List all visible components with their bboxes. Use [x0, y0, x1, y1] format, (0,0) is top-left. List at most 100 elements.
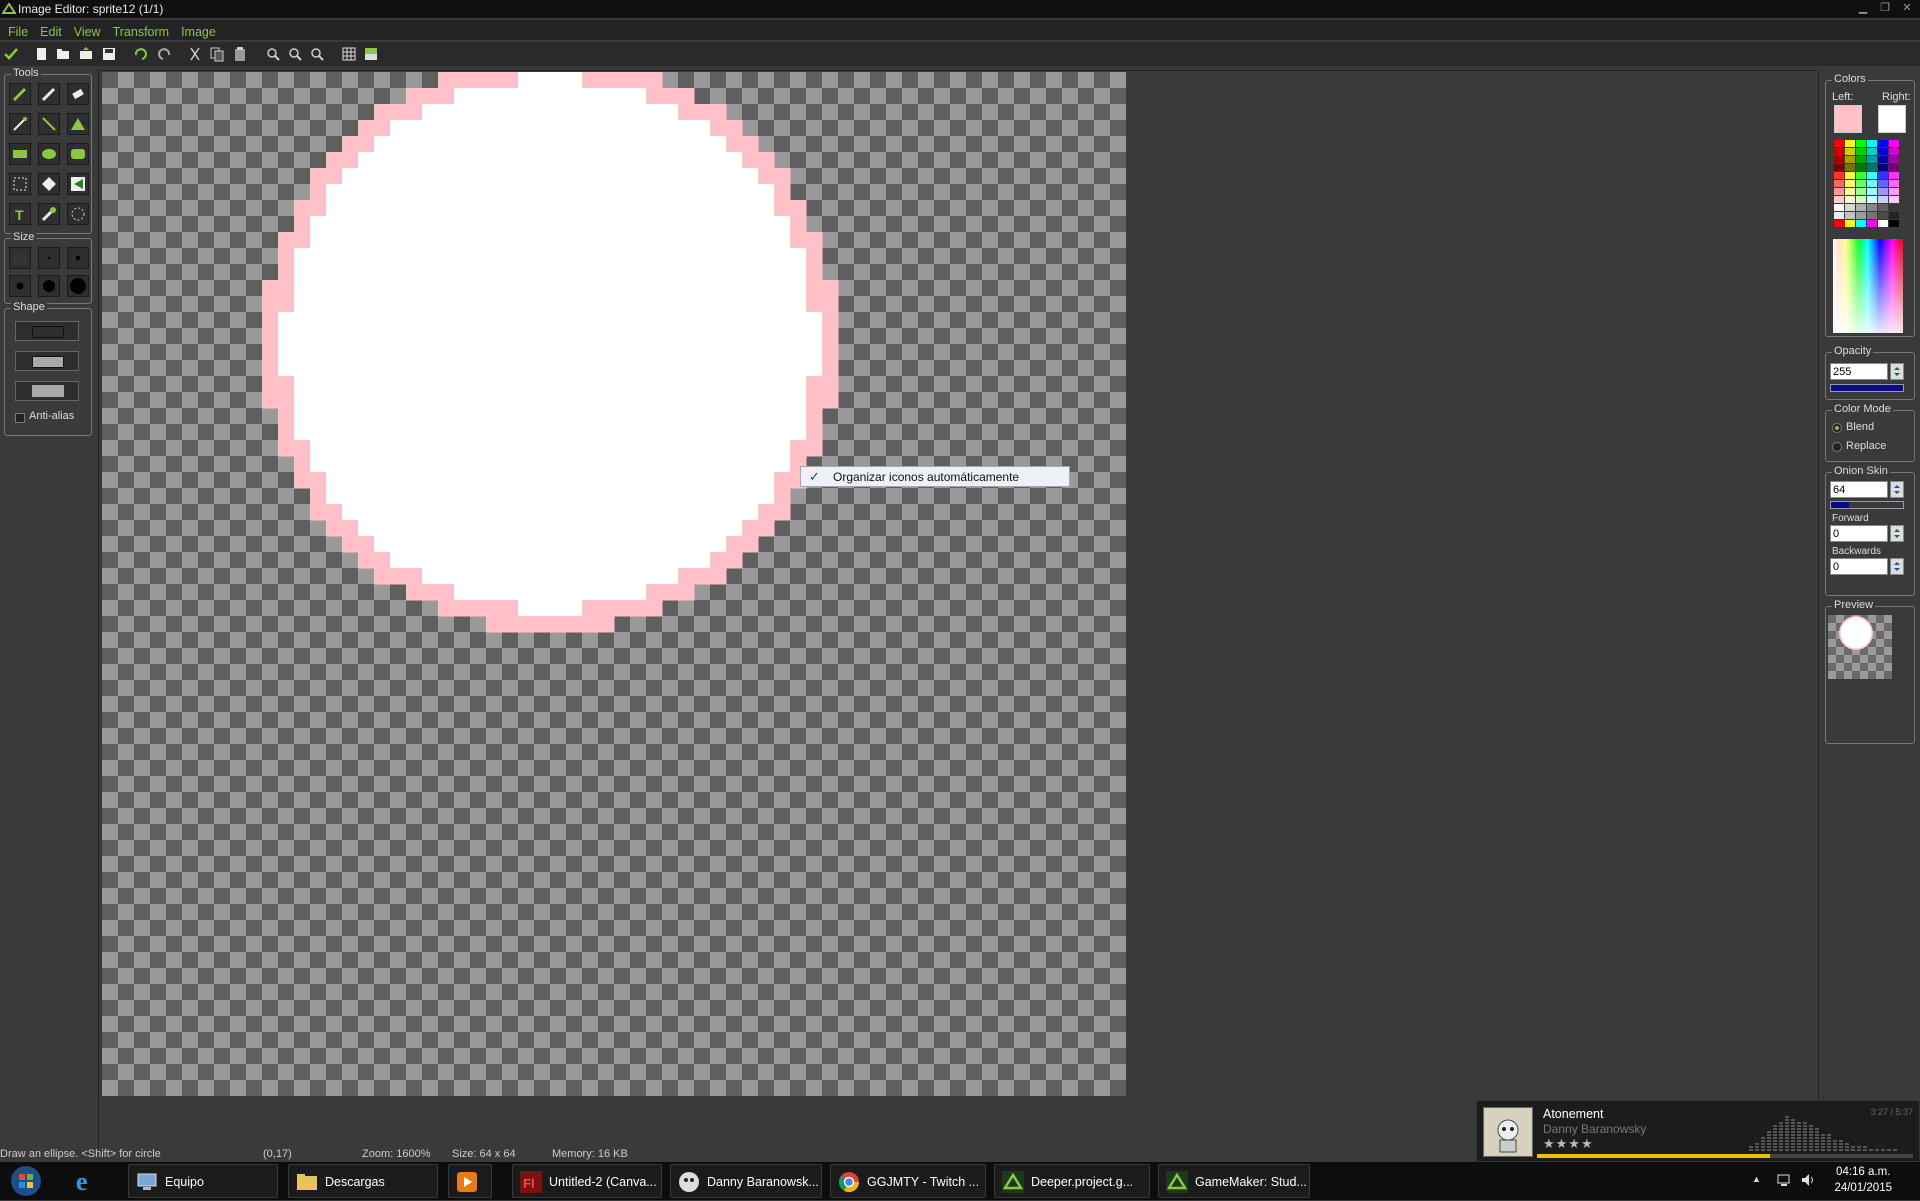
opacity-input[interactable]: 255	[1830, 363, 1888, 380]
undo-icon[interactable]	[132, 46, 150, 62]
text-tool-icon[interactable]: T	[9, 203, 31, 225]
taskbar-item-label: Deeper.project.g...	[1031, 1175, 1134, 1189]
taskbar-item-flash[interactable]: Fl Untitled-2 (Canva...	[512, 1164, 662, 1198]
open-icon[interactable]	[54, 46, 72, 62]
size-6-button[interactable]	[67, 275, 89, 297]
taskbar-item-descargas[interactable]: Descargas	[288, 1164, 438, 1198]
track-title: Atonement	[1543, 1107, 1604, 1121]
right-color-swatch[interactable]	[1878, 105, 1906, 133]
magic-wand-tool-icon[interactable]	[38, 173, 60, 195]
save-icon[interactable]	[100, 46, 118, 62]
shape-panel: Shape Anti-alias	[4, 301, 92, 436]
new-icon[interactable]	[32, 46, 50, 62]
rounded-rectangle-tool-icon[interactable]	[67, 143, 89, 165]
selection-tool-icon[interactable]	[9, 173, 31, 195]
music-player-icon	[679, 1172, 699, 1192]
color-palette-grid[interactable]	[1833, 139, 1903, 231]
taskbar-item-equipo[interactable]: Equipo	[128, 1164, 278, 1198]
clock-date: 24/01/2015	[1834, 1182, 1892, 1194]
zoom-out-icon[interactable]	[286, 46, 304, 62]
menu-image[interactable]: Image	[181, 20, 216, 40]
drawing-canvas[interactable]	[102, 72, 1126, 1096]
gamemaker-icon	[1166, 1171, 1188, 1193]
size-4-button[interactable]	[9, 275, 31, 297]
copy-icon[interactable]	[208, 46, 226, 62]
import-icon[interactable]	[77, 46, 95, 62]
size-5-button[interactable]	[38, 275, 60, 297]
onion-skin-spinner[interactable]	[1890, 481, 1904, 498]
computer-icon	[137, 1173, 157, 1190]
rating-stars[interactable]: ★★★★	[1543, 1136, 1594, 1152]
taskbar-item-music[interactable]: Danny Baranowsk...	[670, 1164, 822, 1198]
network-icon[interactable]	[1776, 1172, 1792, 1188]
shape-outline-button[interactable]	[15, 321, 79, 341]
menu-view[interactable]: View	[74, 20, 101, 40]
lasso-tool-icon[interactable]	[67, 203, 89, 225]
cut-icon[interactable]	[186, 46, 204, 62]
size-2-button[interactable]	[38, 247, 60, 269]
onion-skin-input[interactable]: 64	[1830, 481, 1888, 498]
replace-radio[interactable]	[1832, 442, 1842, 452]
shape-filled-outline-button[interactable]	[15, 351, 79, 371]
minimize-icon[interactable]: ▁	[1854, 1, 1872, 15]
blend-radio[interactable]	[1832, 423, 1842, 433]
onion-skin-bar[interactable]	[1830, 501, 1904, 509]
forward-input[interactable]: 0	[1830, 525, 1888, 542]
size-1-button[interactable]	[9, 247, 31, 269]
fill-tool-icon[interactable]	[67, 173, 89, 195]
menu-file[interactable]: File	[8, 20, 28, 40]
forward-spinner[interactable]	[1890, 525, 1904, 542]
line-tool-icon[interactable]	[38, 113, 60, 135]
anti-alias-checkbox[interactable]	[15, 413, 25, 423]
redo-icon[interactable]	[155, 46, 173, 62]
album-art	[1483, 1107, 1533, 1157]
backwards-spinner[interactable]	[1890, 558, 1904, 575]
zoom-in-icon[interactable]	[264, 46, 282, 62]
rectangle-tool-icon[interactable]	[9, 143, 31, 165]
internet-explorer-icon[interactable]: e	[72, 1166, 102, 1196]
eraser-tool-icon[interactable]	[67, 83, 89, 105]
spray-tool-icon[interactable]	[38, 83, 60, 105]
colors-panel: Colors Left: Right:	[1825, 73, 1915, 337]
tools-panel: Tools T	[4, 67, 92, 234]
ellipse-tool-icon[interactable]	[38, 143, 60, 165]
svg-text:T: T	[15, 207, 24, 223]
color-replace-tool-icon[interactable]	[38, 203, 60, 225]
paste-icon[interactable]	[231, 46, 249, 62]
volume-icon[interactable]	[1800, 1172, 1816, 1188]
grid-icon[interactable]	[340, 46, 358, 62]
tray-expand-icon[interactable]: ▲	[1752, 1174, 1764, 1186]
start-button[interactable]	[8, 1164, 44, 1198]
pencil-tool-icon[interactable]	[9, 83, 31, 105]
taskbar-item-chrome[interactable]: GGJMTY - Twitch ...	[830, 1164, 986, 1198]
system-clock[interactable]: 04:16 a.m. 24/01/2015	[1834, 1164, 1892, 1196]
size-3-button[interactable]	[67, 247, 89, 269]
context-menu-item-auto-arrange[interactable]: Organizar iconos automáticamente	[833, 470, 1019, 484]
shape-filled-button[interactable]	[15, 381, 79, 401]
preview-panel: Preview	[1825, 599, 1915, 744]
preview-label: Preview	[1832, 599, 1876, 611]
taskbar-item-deeper-project[interactable]: Deeper.project.g...	[994, 1164, 1150, 1198]
backwards-input[interactable]: 0	[1830, 558, 1888, 575]
opacity-panel: Opacity 255	[1825, 345, 1915, 400]
opacity-spinner[interactable]	[1890, 363, 1904, 380]
polygon-tool-icon[interactable]	[67, 113, 89, 135]
confirm-icon[interactable]	[2, 46, 20, 62]
zoom-reset-icon[interactable]	[308, 46, 326, 62]
taskbar-item-media-player[interactable]	[448, 1164, 492, 1198]
close-icon[interactable]: ✕	[1898, 1, 1916, 15]
track-progress[interactable]	[1537, 1154, 1913, 1158]
left-color-swatch[interactable]	[1834, 105, 1862, 133]
maximize-icon[interactable]: ❐	[1876, 1, 1894, 15]
opacity-bar[interactable]	[1830, 384, 1904, 392]
taskbar: e Equipo Descargas Fl Untitled-2 (Canva.…	[0, 1162, 1920, 1200]
menu-edit[interactable]: Edit	[40, 20, 62, 40]
color-picker-tool-icon[interactable]	[9, 113, 31, 135]
menu-transform[interactable]: Transform	[113, 20, 170, 40]
taskbar-item-gamemaker[interactable]: GameMaker: Stud...	[1158, 1164, 1310, 1198]
color-mode-label: Color Mode	[1832, 403, 1893, 415]
gamemaker-logo-icon	[2, 2, 16, 14]
taskbar-item-label: GGJMTY - Twitch ...	[867, 1175, 980, 1189]
color-spectrum-picker[interactable]	[1833, 239, 1903, 333]
palette-icon[interactable]	[362, 46, 380, 62]
